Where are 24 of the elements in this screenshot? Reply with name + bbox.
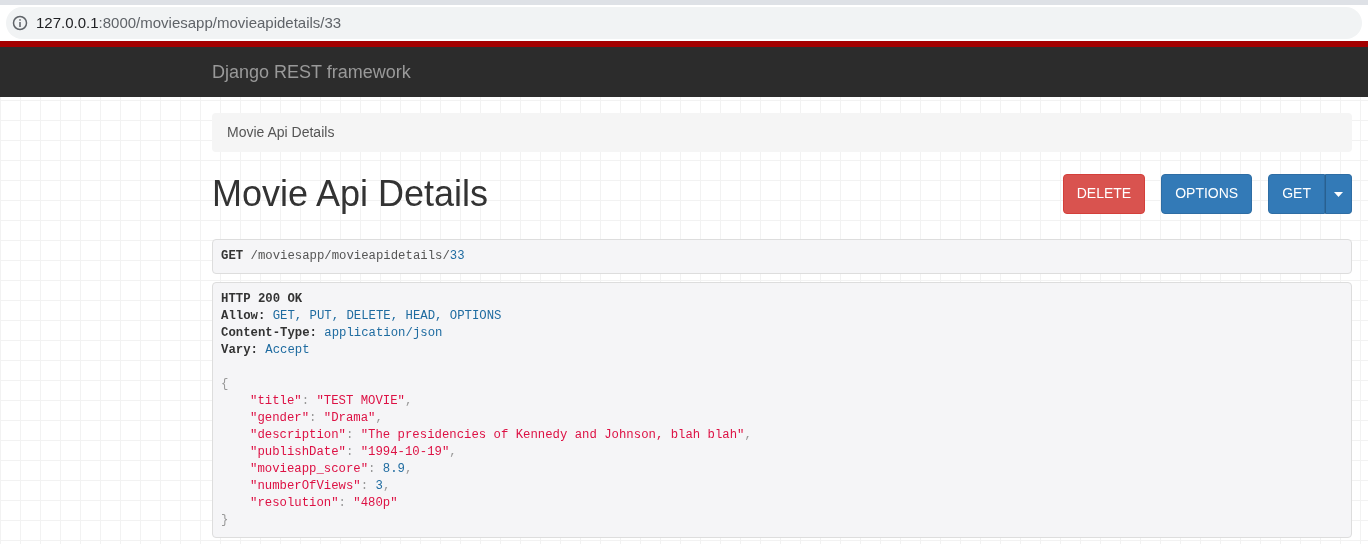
status-line: HTTP 200 OK [221,292,303,307]
info-icon[interactable] [12,15,28,31]
action-button[interactable]: OPTIONS [1161,173,1253,214]
get-button[interactable]: GET [1268,173,1325,214]
address-bar[interactable]: 127.0.0.1:8000/moviesapp/movieapidetails/33 [6,7,1362,39]
url-text[interactable]: 127.0.0.1:8000/moviesapp/movieapidetails/33 [36,11,342,35]
json-line: "publishDate": "1994-10-19", [249,445,457,460]
header-line: Vary: Accept [221,342,310,360]
page-title: Movie Api Details [212,172,489,216]
json-line: "movieapp_score": 8.9, [249,462,413,477]
header-line: Content-Type: application/json [221,325,443,343]
json-line: "numberOfViews": 3, [249,479,391,494]
caret-icon [1334,191,1343,197]
json-line: "resolution": "480p" [249,496,398,511]
json-line: "description": "The presidencies of Kennedy and Johnson, blah blah", [249,428,752,443]
dropdown-toggle[interactable] [1325,173,1352,214]
breadcrumb-item[interactable]: Movie Api Details [227,124,335,140]
brace: { [221,377,229,392]
header-line: Allow: GET, PUT, DELETE, HEAD, OPTIONS [221,308,502,326]
brand-link[interactable]: Django REST framework [212,61,411,82]
json-line: "gender": "Drama", [249,411,383,426]
json-line: "title": "TEST MOVIE", [249,394,413,409]
brace: } [221,513,229,528]
action-button[interactable]: DELETE [1062,173,1146,214]
